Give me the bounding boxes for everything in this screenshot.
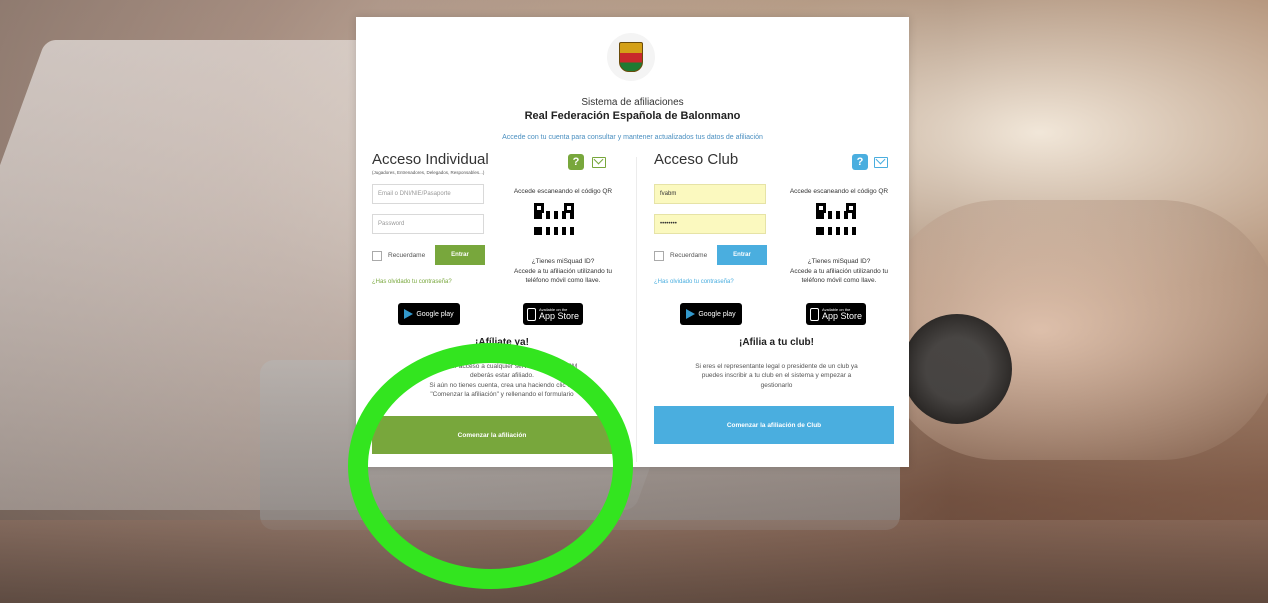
- enter-button[interactable]: Entrar: [435, 245, 485, 265]
- page-background: Sistema de afiliaciones Real Federación …: [0, 0, 1268, 603]
- email-field[interactable]: Email o DNI/NIE/Pasaporte: [372, 184, 484, 204]
- afilia-club-title: ¡Afilia a tu club!: [739, 337, 814, 348]
- remember-label: Recuerdame: [388, 252, 426, 259]
- individual-subtitle: (Jugadores, Entrenadores, Delegados, Res…: [372, 170, 485, 175]
- qr-description: Accede a tu afiliación utilizando tu tel…: [774, 268, 904, 286]
- forgot-password-link[interactable]: ¿Has olvidado tu contraseña?: [372, 279, 452, 285]
- enter-button[interactable]: Entrar: [717, 245, 767, 265]
- qr-description-line-1: Accede a tu afiliación utilizando tu: [514, 268, 612, 275]
- apple-icon: [809, 307, 819, 321]
- mail-icon[interactable]: [874, 157, 888, 168]
- remember-checkbox[interactable]: [372, 251, 382, 261]
- page-subtitle: Accede con tu cuenta para consultar y ma…: [502, 134, 763, 141]
- forgot-password-link[interactable]: ¿Has olvidado tu contraseña?: [654, 279, 734, 285]
- help-icon[interactable]: ?: [852, 154, 868, 170]
- app-store-badge[interactable]: Available on the App Store: [523, 303, 583, 325]
- remember-label: Recuerdame: [670, 252, 708, 259]
- qr-code: [534, 203, 574, 243]
- google-play-icon: [686, 309, 696, 319]
- individual-title: Acceso Individual: [372, 151, 489, 168]
- password-field[interactable]: Password: [372, 214, 484, 234]
- google-play-label: Google play: [416, 310, 454, 318]
- federation-name: Real Federación Española de Balonmano: [524, 110, 741, 122]
- qr-description-line-1: Accede a tu afiliación utilizando tu: [790, 268, 888, 275]
- afiliate-line-1: Para tener acceso a cualquier servicio d…: [426, 363, 578, 370]
- password-field[interactable]: ••••••••: [654, 214, 766, 234]
- login-card: Sistema de afiliaciones Real Federación …: [356, 17, 909, 467]
- background-table: [0, 520, 1268, 603]
- google-play-icon: [404, 309, 414, 319]
- afilia-club-line-3: gestionarlo: [760, 381, 793, 389]
- system-name: Sistema de afiliaciones: [581, 97, 684, 108]
- app-store-text: Available on the App Store: [538, 307, 580, 321]
- afiliate-line-4: "Comenzar la afiliación" y rellenando el…: [430, 391, 574, 399]
- google-play-label: Google play: [698, 310, 736, 318]
- start-affiliation-button[interactable]: Comenzar la afiliación: [372, 416, 612, 454]
- crest-shield: [619, 42, 643, 72]
- google-play-badge[interactable]: Google play: [398, 303, 460, 325]
- individual-access-section: Acceso Individual (Jugadores, Entrenador…: [356, 151, 632, 467]
- qr-description-line-2: teléfono móvil como llave.: [801, 276, 877, 284]
- afiliate-line-2: deberás estar afiliado.: [470, 372, 534, 380]
- qr-question: ¿Tienes miSquad ID?: [807, 258, 871, 265]
- app-store-badge[interactable]: Available on the App Store: [806, 303, 866, 325]
- club-access-section: Acceso Club ? fvabm •••••••• Recuerdame …: [644, 151, 909, 467]
- qr-code: [816, 203, 856, 243]
- qr-title: Accede escaneando el código QR: [513, 188, 613, 195]
- qr-description-line-2: teléfono móvil como llave.: [525, 276, 601, 284]
- apple-icon: [526, 307, 536, 321]
- afilia-club-line-1: Si eres el representante legal o preside…: [695, 363, 858, 370]
- mail-icon[interactable]: [592, 157, 606, 168]
- crest-icon: [607, 33, 655, 81]
- column-divider: [636, 157, 637, 462]
- username-field[interactable]: fvabm: [654, 184, 766, 204]
- afilia-club-description: Si eres el representante legal o preside…: [644, 362, 909, 390]
- remember-checkbox[interactable]: [654, 251, 664, 261]
- qr-description: Accede a tu afiliación utilizando tu tel…: [498, 268, 628, 286]
- club-title: Acceso Club: [654, 151, 739, 168]
- qr-title: Accede escaneando el código QR: [789, 188, 889, 195]
- afiliate-title: ¡Afíliate ya!: [475, 337, 529, 348]
- background-watch: [902, 314, 1012, 424]
- app-store-big-label: App Store: [538, 310, 580, 321]
- google-play-badge[interactable]: Google play: [680, 303, 742, 325]
- afiliate-line-3: Si aún no tienes cuenta, crea una hacien…: [429, 381, 575, 389]
- help-icon[interactable]: ?: [568, 154, 584, 170]
- afiliate-description: Para tener acceso a cualquier servicio d…: [372, 362, 632, 400]
- app-store-text: Available on the App Store: [821, 307, 863, 321]
- qr-question: ¿Tienes miSquad ID?: [531, 258, 595, 265]
- start-club-affiliation-button[interactable]: Comenzar la afiliación de Club: [654, 406, 894, 444]
- afilia-club-line-2: puedes inscribir a tu club en el sistema…: [701, 372, 852, 380]
- app-store-big-label: App Store: [821, 310, 863, 321]
